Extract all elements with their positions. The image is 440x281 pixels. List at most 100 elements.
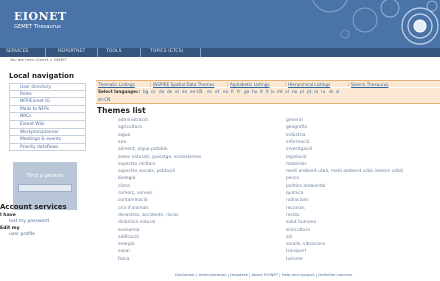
theme-link[interactable]: clima — [118, 184, 130, 189]
theme-link[interactable]: cria d'animals — [118, 206, 149, 211]
language-bar: Select language: ar bg cs da de el en en… — [96, 88, 440, 104]
theme-link[interactable]: geografia — [286, 125, 307, 130]
theme-link[interactable]: espai — [118, 249, 130, 254]
theme-link[interactable]: medi ambient urbà, medi ambient urbà (en… — [286, 169, 404, 174]
topnav-reportnet[interactable]: REPORTNET — [58, 49, 85, 54]
tab-search-thesaurus[interactable]: Search Thesaurus — [351, 82, 388, 87]
theme-link[interactable]: informació — [286, 140, 309, 145]
language-link[interactable]: ru — [321, 89, 325, 94]
theme-link[interactable]: sòl — [286, 235, 292, 240]
language-link[interactable]: es — [207, 89, 212, 94]
find-person-label[interactable]: Find a person — [13, 173, 77, 179]
language-link[interactable]: fi — [231, 89, 234, 94]
language-link[interactable]: da — [159, 89, 164, 94]
language-link[interactable]: lt — [266, 89, 269, 94]
sidebar-item-workplan[interactable]: Workplan/planner — [9, 128, 86, 137]
language-link[interactable]: cs — [151, 89, 155, 94]
topnav-topics[interactable]: TOPICS (ETCS) — [150, 49, 183, 54]
theme-link[interactable]: aliment, aigua potable — [118, 147, 168, 152]
footer-link-help[interactable]: Help and support — [282, 272, 315, 277]
language-link[interactable]: de — [167, 89, 172, 94]
site-subtitle: GEMET Thesaurus — [14, 24, 61, 30]
user-profile-link[interactable]: user profile — [9, 232, 35, 237]
theme-link[interactable]: dinàmica natural — [118, 220, 155, 225]
tab-alphabetic-listings[interactable]: Alphabetic Listings — [230, 82, 270, 87]
breadcrumb[interactable]: You are here: Eionet > GEMET — [10, 57, 67, 62]
language-link[interactable]: sk — [329, 89, 334, 94]
sidebar-item-roles[interactable]: Roles — [9, 90, 86, 99]
language-link[interactable]: nl — [285, 89, 289, 94]
theme-link[interactable]: materials — [286, 162, 307, 167]
theme-link[interactable]: investigació — [286, 147, 312, 152]
tab-thematic-listings[interactable]: Thematic Listings — [98, 82, 135, 87]
sidebar-item-user-directory[interactable]: User directory — [9, 83, 86, 91]
lost-password-link[interactable]: lost my password — [9, 219, 49, 224]
theme-link[interactable]: biologia — [118, 176, 135, 181]
language-link[interactable]: it — [260, 89, 263, 94]
language-link[interactable]: ga — [244, 89, 249, 94]
sidebar-item-nrcs[interactable]: NRCs — [9, 113, 86, 121]
find-person-input[interactable] — [18, 184, 72, 192]
footer-link-about[interactable]: About EIONET — [252, 272, 279, 277]
language-link[interactable]: sl — [336, 89, 339, 94]
language-link[interactable]: hu — [252, 89, 257, 94]
language-link[interactable]: no — [292, 89, 297, 94]
language-link[interactable]: el — [175, 89, 179, 94]
theme-link[interactable]: recursos — [286, 206, 305, 211]
theme-link[interactable]: turisme — [286, 257, 303, 262]
sidebar-item-dataflows[interactable]: Priority dataflows — [9, 143, 86, 152]
theme-link[interactable]: aspectes militars — [118, 162, 155, 167]
language-link[interactable]: bg — [143, 89, 148, 94]
language-link[interactable]: pl — [300, 89, 304, 94]
language-link[interactable]: ar — [136, 89, 140, 94]
theme-link[interactable]: sorolls, vibracions — [286, 242, 325, 247]
theme-link[interactable]: comerç, serveis — [118, 191, 153, 196]
language-link[interactable]: mt — [277, 89, 283, 94]
theme-link[interactable]: política ambiental — [286, 184, 325, 189]
footer-link-administration[interactable]: Administration — [199, 272, 227, 277]
topnav-services[interactable]: SERVICES — [6, 49, 28, 54]
theme-link[interactable]: aspectes socials, població — [118, 169, 175, 174]
theme-link[interactable]: agricultura — [118, 125, 142, 130]
language-link[interactable]: lv — [271, 89, 275, 94]
theme-link[interactable]: legislació — [286, 155, 306, 160]
language-link[interactable]: en — [182, 89, 187, 94]
language-link[interactable]: fr — [237, 89, 240, 94]
theme-link[interactable]: transport — [286, 249, 306, 254]
theme-link[interactable]: silvicultura — [286, 228, 310, 233]
tab-hierarchical-listings[interactable]: Hierarchical Listings — [288, 82, 330, 87]
sidebar-item-nfp[interactable]: NFP/Eionet IG — [9, 98, 86, 106]
theme-link[interactable]: àrees naturals, paisatge, ecosistemes — [118, 155, 201, 160]
language-link[interactable]: en-US — [190, 89, 202, 94]
theme-link[interactable]: general — [286, 118, 303, 123]
language-link[interactable]: et — [215, 89, 219, 94]
theme-link[interactable]: indústria — [286, 133, 305, 138]
footer-link-disclaimer[interactable]: Disclaimer — [175, 272, 195, 277]
language-link[interactable]: eu — [223, 89, 228, 94]
theme-link[interactable]: aigua — [118, 133, 130, 138]
theme-link[interactable]: edificació — [118, 235, 139, 240]
topnav-tools[interactable]: TOOLS — [106, 49, 122, 54]
language-link[interactable]: ro — [314, 89, 318, 94]
theme-link[interactable]: energia — [118, 242, 135, 247]
theme-link[interactable]: salut humana — [286, 220, 316, 225]
theme-link[interactable]: física — [118, 257, 129, 262]
sidebar-item-wiki[interactable]: Eionet Wiki — [9, 121, 86, 129]
theme-link[interactable]: residu — [286, 213, 300, 218]
theme-link[interactable]: radiacions — [286, 198, 309, 203]
language-link[interactable]: pt — [307, 89, 311, 94]
footer-link-helpdesk[interactable]: Helpdesk — [230, 272, 248, 277]
theme-link[interactable]: contaminació — [118, 198, 148, 203]
theme-link[interactable]: desastres, accidents, riscos — [118, 213, 178, 218]
theme-link[interactable]: administració — [118, 118, 148, 123]
theme-link[interactable]: economia — [118, 228, 139, 233]
language-link[interactable]: zh-CN — [98, 97, 110, 102]
site-title[interactable]: EIONET — [14, 10, 67, 23]
sidebar-item-mails[interactable]: Mails to NFPs — [9, 105, 86, 114]
theme-link[interactable]: química — [286, 191, 303, 196]
theme-link[interactable]: aire — [118, 140, 126, 145]
footer-link-definition-sources[interactable]: Definition sources — [318, 272, 352, 277]
sidebar-item-meetings[interactable]: Meetings & events — [9, 136, 86, 144]
theme-link[interactable]: pesca — [286, 176, 299, 181]
tab-inspire-themes[interactable]: INSPIRE Spatial Data Themes — [153, 82, 214, 87]
